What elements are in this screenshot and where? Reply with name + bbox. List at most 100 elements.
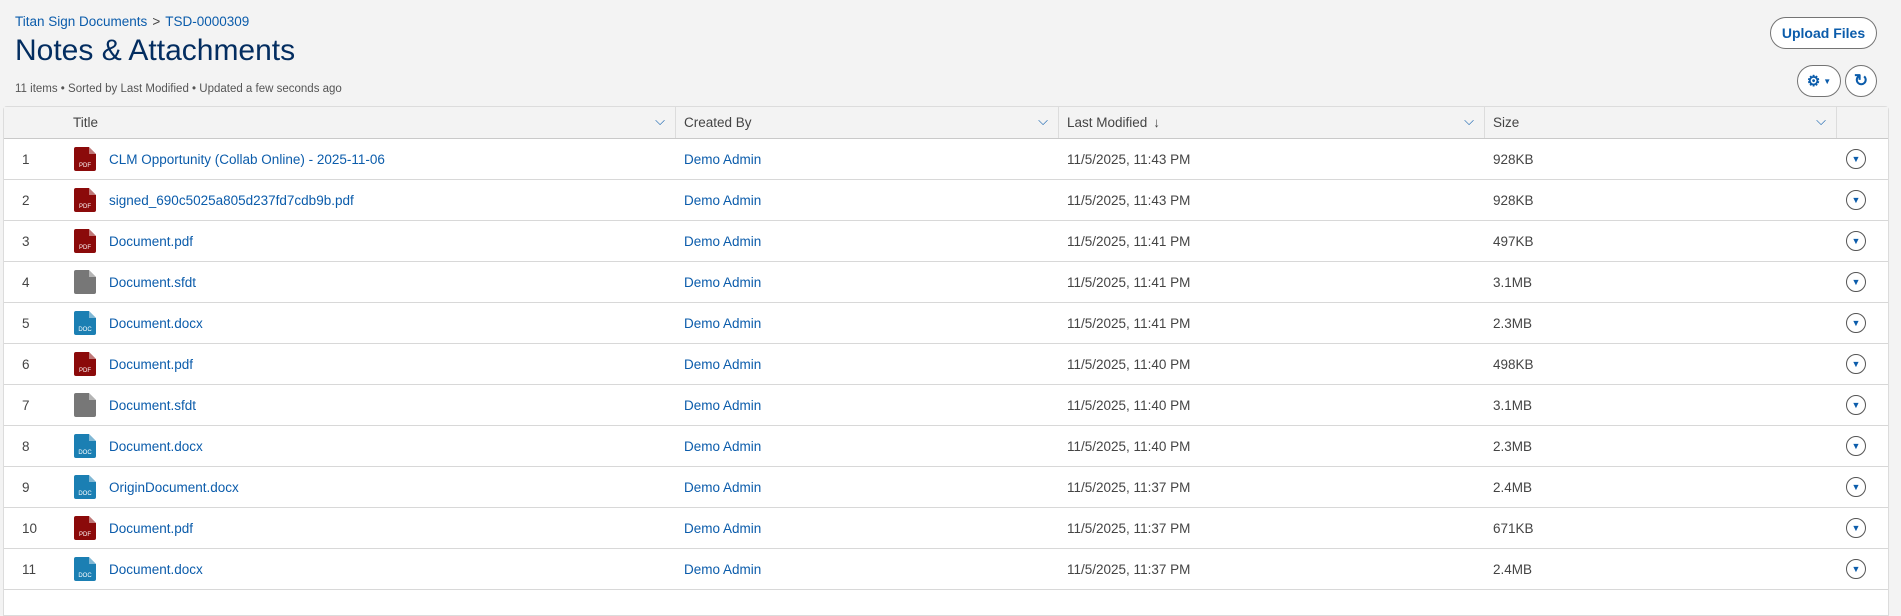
size-value: 928KB [1493, 151, 1534, 167]
table-row: 10 PDF Document.pdf Demo Admin 11/5/2025… [4, 508, 1888, 549]
upload-files-button[interactable]: Upload Files [1770, 17, 1877, 49]
file-title-link[interactable]: signed_690c5025a805d237fd7cdb9b.pdf [109, 180, 354, 220]
file-title-link[interactable]: Document.docx [109, 426, 203, 466]
column-size-label: Size [1493, 115, 1520, 130]
doc-file-icon: DOC [74, 557, 96, 581]
row-actions-dropdown-icon[interactable]: ▼ [1846, 436, 1866, 456]
created-by-link[interactable]: Demo Admin [684, 344, 761, 384]
svg-text:DOC: DOC [78, 573, 92, 579]
row-actions-dropdown-icon[interactable]: ▼ [1846, 354, 1866, 374]
table-row: 4 Document.sfdt Demo Admin 11/5/2025, 11… [4, 262, 1888, 303]
created-by-link[interactable]: Demo Admin [684, 262, 761, 302]
last-modified-value: 11/5/2025, 11:40 PM [1067, 397, 1191, 413]
file-title-link[interactable]: Document.docx [109, 549, 203, 589]
table-row: 3 PDF Document.pdf Demo Admin 11/5/2025,… [4, 221, 1888, 262]
created-by-link[interactable]: Demo Admin [684, 139, 761, 179]
created-by-link[interactable]: Demo Admin [684, 549, 761, 589]
sort-arrow-icon: ↓ [1153, 115, 1161, 130]
table-header: Title ⌵ Created By ⌵ Last Modified ↓ ⌵ Size ⌵ [4, 107, 1888, 139]
size-value: 2.3MB [1493, 438, 1533, 454]
created-by-link[interactable]: Demo Admin [684, 180, 761, 220]
row-number: 3 [22, 233, 30, 249]
refresh-button[interactable]: ↻ [1845, 65, 1877, 97]
column-last-modified-label: Last Modified [1067, 115, 1148, 130]
file-title-link[interactable]: Document.sfdt [109, 262, 196, 302]
breadcrumb: Titan Sign Documents > TSD-0000309 [15, 14, 249, 29]
last-modified-value: 11/5/2025, 11:43 PM [1067, 192, 1191, 208]
refresh-icon: ↻ [1853, 71, 1869, 90]
size-value: 3.1MB [1493, 397, 1533, 413]
gear-icon: ⚙ [1806, 73, 1821, 90]
table-row: 7 Document.sfdt Demo Admin 11/5/2025, 11… [4, 385, 1888, 426]
row-actions-dropdown-icon[interactable]: ▼ [1846, 149, 1866, 169]
column-title-label: Title [73, 115, 99, 130]
row-number: 2 [22, 192, 30, 208]
list-settings-button[interactable]: ⚙ ▼ [1797, 65, 1841, 97]
caret-down-icon: ▼ [1823, 76, 1832, 86]
size-value: 3.1MB [1493, 274, 1533, 290]
file-title-link[interactable]: Document.pdf [109, 221, 193, 261]
table-row: 11 DOC Document.docx Demo Admin 11/5/202… [4, 549, 1888, 590]
file-title-link[interactable]: Document.docx [109, 303, 203, 343]
last-modified-value: 11/5/2025, 11:40 PM [1067, 356, 1191, 372]
file-title-link[interactable]: Document.pdf [109, 508, 193, 548]
chevron-down-icon[interactable]: ⌵ [655, 113, 665, 129]
svg-text:PDF: PDF [79, 532, 91, 538]
column-header-created-by[interactable]: Created By ⌵ [676, 107, 1059, 138]
file-file-icon [74, 270, 96, 294]
row-number: 10 [22, 520, 38, 536]
created-by-link[interactable]: Demo Admin [684, 385, 761, 425]
size-value: 498KB [1493, 356, 1534, 372]
created-by-link[interactable]: Demo Admin [684, 508, 761, 548]
file-title-link[interactable]: Document.pdf [109, 344, 193, 384]
column-header-size[interactable]: Size ⌵ [1485, 107, 1837, 138]
file-title-link[interactable]: CLM Opportunity (Collab Online) - 2025-1… [109, 139, 385, 179]
last-modified-value: 11/5/2025, 11:37 PM [1067, 561, 1191, 577]
svg-text:PDF: PDF [79, 163, 91, 169]
created-by-link[interactable]: Demo Admin [684, 467, 761, 507]
row-actions-dropdown-icon[interactable]: ▼ [1846, 313, 1866, 333]
size-value: 2.4MB [1493, 479, 1533, 495]
table-row: 5 DOC Document.docx Demo Admin 11/5/2025… [4, 303, 1888, 344]
table-row: 2 PDF signed_690c5025a805d237fd7cdb9b.pd… [4, 180, 1888, 221]
column-created-by-label: Created By [684, 115, 752, 130]
column-header-title[interactable]: Title ⌵ [4, 107, 676, 138]
row-actions-dropdown-icon[interactable]: ▼ [1846, 559, 1866, 579]
doc-file-icon: DOC [74, 475, 96, 499]
doc-file-icon: DOC [74, 311, 96, 335]
table-row: 9 DOC OriginDocument.docx Demo Admin 11/… [4, 467, 1888, 508]
created-by-link[interactable]: Demo Admin [684, 426, 761, 466]
breadcrumb-separator: > [152, 14, 161, 29]
row-actions-dropdown-icon[interactable]: ▼ [1846, 477, 1866, 497]
page-title: Notes & Attachments [15, 34, 296, 67]
row-actions-dropdown-icon[interactable]: ▼ [1846, 190, 1866, 210]
row-number: 7 [22, 397, 30, 413]
svg-text:DOC: DOC [78, 327, 92, 333]
created-by-link[interactable]: Demo Admin [684, 303, 761, 343]
last-modified-value: 11/5/2025, 11:41 PM [1067, 315, 1191, 331]
created-by-link[interactable]: Demo Admin [684, 221, 761, 261]
attachments-table: Title ⌵ Created By ⌵ Last Modified ↓ ⌵ Size ⌵… [3, 106, 1889, 616]
row-actions-dropdown-icon[interactable]: ▼ [1846, 231, 1866, 251]
chevron-down-icon[interactable]: ⌵ [1464, 113, 1474, 129]
row-number: 4 [22, 274, 30, 290]
row-number: 5 [22, 315, 30, 331]
row-actions-dropdown-icon[interactable]: ▼ [1846, 518, 1866, 538]
row-number: 6 [22, 356, 30, 372]
file-title-link[interactable]: Document.sfdt [109, 385, 196, 425]
breadcrumb-parent-link[interactable]: Titan Sign Documents [15, 14, 147, 29]
row-actions-dropdown-icon[interactable]: ▼ [1846, 272, 1866, 292]
row-number: 1 [22, 151, 30, 167]
row-actions-dropdown-icon[interactable]: ▼ [1846, 395, 1866, 415]
file-file-icon [74, 393, 96, 417]
chevron-down-icon[interactable]: ⌵ [1038, 113, 1048, 129]
last-modified-value: 11/5/2025, 11:43 PM [1067, 151, 1191, 167]
pdf-file-icon: PDF [74, 352, 96, 376]
last-modified-value: 11/5/2025, 11:41 PM [1067, 233, 1191, 249]
file-title-link[interactable]: OriginDocument.docx [109, 467, 239, 507]
column-header-last-modified[interactable]: Last Modified ↓ ⌵ [1059, 107, 1485, 138]
chevron-down-icon[interactable]: ⌵ [1816, 113, 1826, 129]
size-value: 2.3MB [1493, 315, 1533, 331]
breadcrumb-record-link[interactable]: TSD-0000309 [165, 14, 249, 29]
pdf-file-icon: PDF [74, 188, 96, 212]
